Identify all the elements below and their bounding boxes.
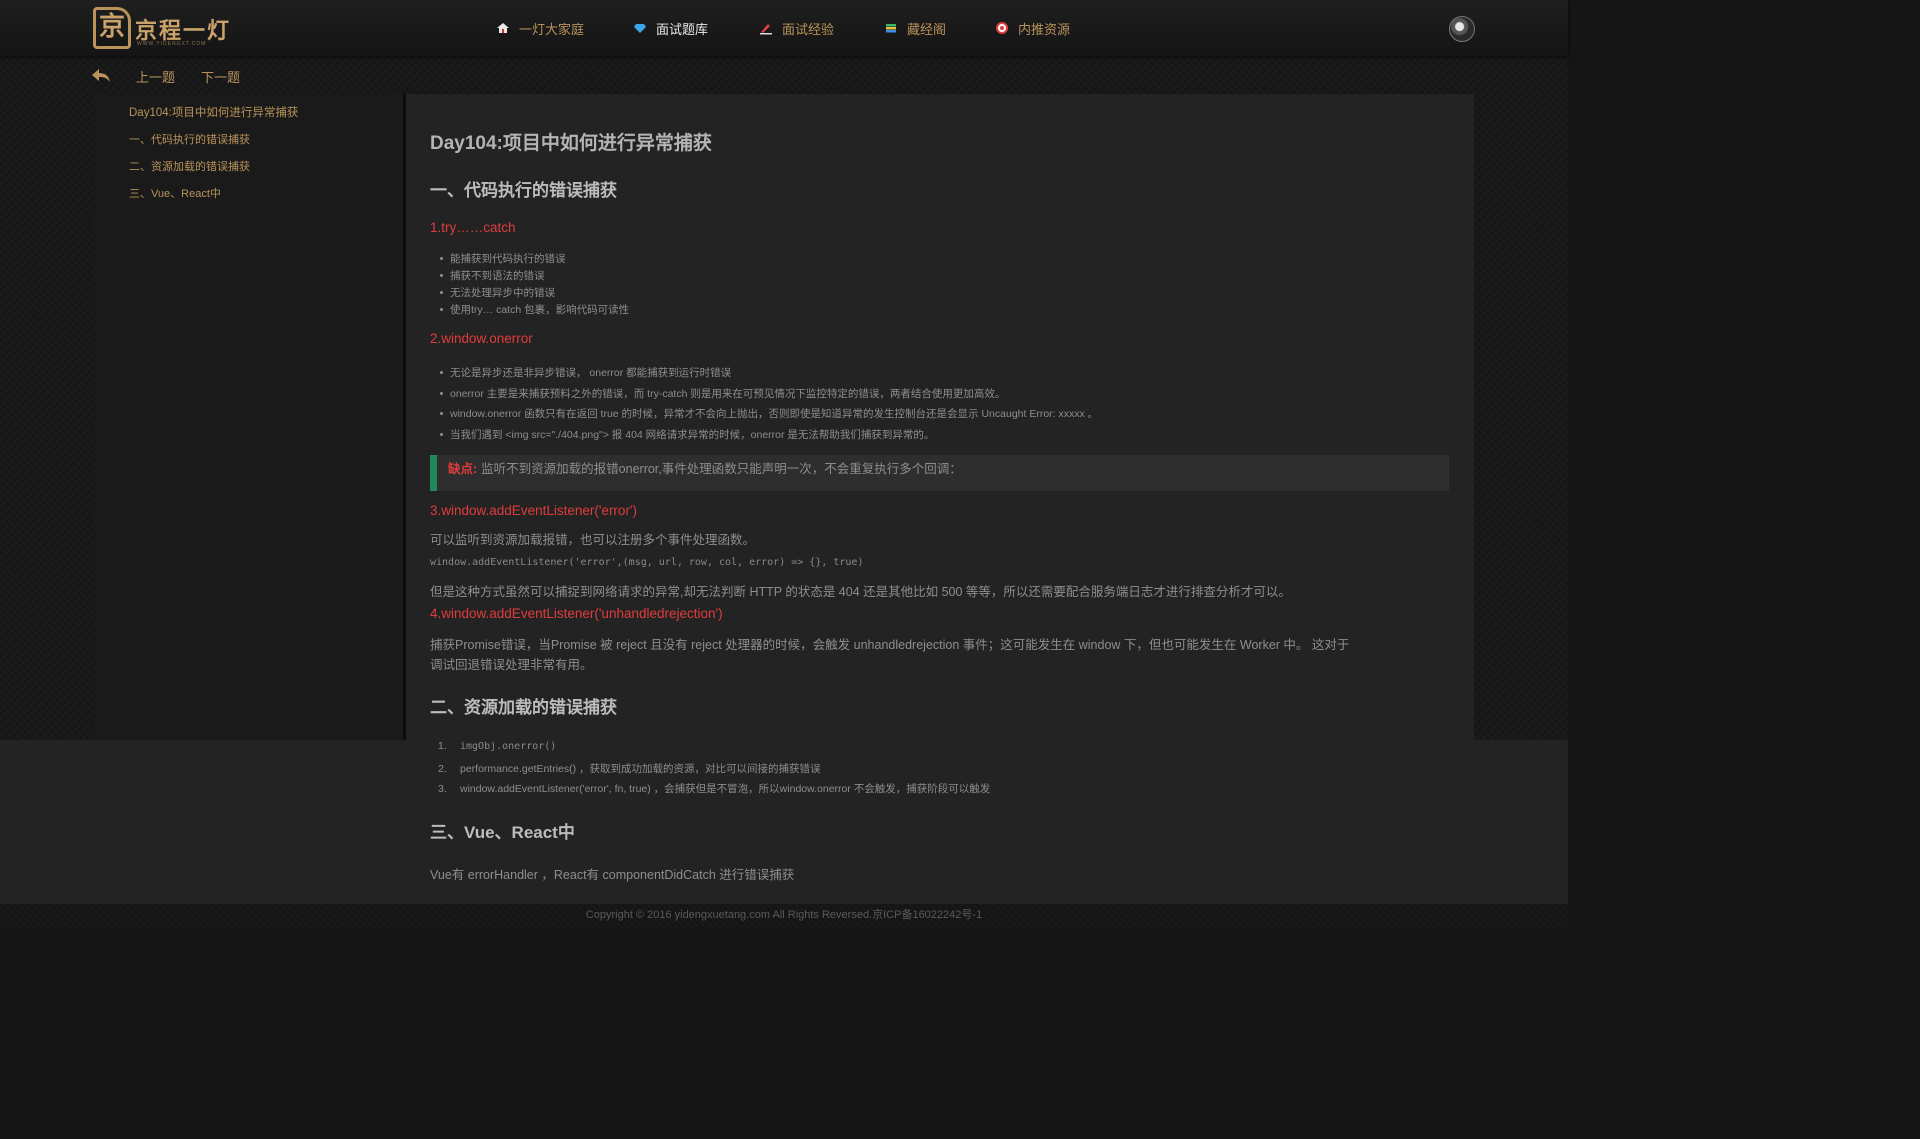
toc-item-section-2[interactable]: 二、资源加载的错误捕获 [129, 160, 298, 187]
question-pager: 上一题 下一题 [90, 66, 266, 86]
list-item: 当我们遇到 <img src="./404.png"> 报 404 网络请求异常… [430, 427, 934, 442]
nav-label-library: 藏经阁 [907, 21, 947, 37]
subheading-try-catch: 1.try……catch [430, 220, 516, 235]
nav-item-library[interactable]: 藏经阁 [884, 18, 946, 38]
diamond-icon [633, 21, 647, 35]
toc-list: Day104:项目中如何进行异常捕获 一、代码执行的错误捕获 二、资源加载的错误… [129, 106, 298, 214]
toc-item-section-3[interactable]: 三、Vue、React中 [129, 187, 298, 214]
section-heading-3: 三、Vue、React中 [430, 823, 575, 842]
warning-text: 监听不到资源加载的报错onerror,事件处理函数只能声明一次，不会重复执行多个… [481, 462, 962, 476]
back-arrow-icon[interactable] [90, 67, 112, 85]
toc-sidebar: Day104:项目中如何进行异常捕获 一、代码执行的错误捕获 二、资源加载的错误… [94, 94, 406, 740]
list-item: onerror 主要是来捕获预料之外的错误，而 try-catch 则是用来在可… [430, 386, 1005, 401]
nav-item-home[interactable]: 一灯大家庭 [496, 18, 584, 38]
ordered-list-text: performance.getEntries() ，获取到成功加载的资源，对比可… [460, 763, 821, 775]
footer-copyright: Copyright © 2016 yidengxuetang.com All R… [0, 904, 1568, 930]
section-heading-2: 二、资源加载的错误捕获 [430, 698, 617, 717]
toc-item-title[interactable]: Day104:项目中如何进行异常捕获 [129, 106, 298, 133]
list-item: 捕获不到语法的错误 [430, 268, 545, 283]
nav-item-questions[interactable]: 面试题库 [633, 18, 708, 38]
home-icon [496, 21, 510, 35]
nav-label-referral: 内推资源 [1018, 21, 1071, 37]
article-title: Day104:项目中如何进行异常捕获 [430, 133, 712, 154]
nav-label-questions: 面试题库 [656, 21, 709, 37]
list-item: window.onerror 函数只有在返回 true 的时候，异常才不会向上抛… [430, 406, 1098, 421]
ordered-list-item: 1. imgObj.onerror() [438, 740, 557, 752]
list-item: 无论是异步还是非异步错误， onerror 都能捕获到运行时错误 [430, 365, 731, 380]
warning-callout: 缺点: 监听不到资源加载的报错onerror,事件处理函数只能声明一次，不会重复执… [430, 455, 1449, 491]
paragraph: 可以监听到资源加载报错，也可以注册多个事件处理函数。 [430, 533, 756, 547]
toc-item-section-1[interactable]: 一、代码执行的错误捕获 [129, 133, 298, 160]
list-item: 能捕获到代码执行的错误 [430, 251, 566, 266]
nav-label-home: 一灯大家庭 [519, 21, 585, 37]
nav-item-experience[interactable]: 面试经验 [759, 18, 834, 38]
next-question-link[interactable]: 下一题 [201, 67, 240, 86]
subheading-onerror: 2.window.onerror [430, 331, 533, 346]
ordered-list-item: 3. window.addEventListener('error', fn, t… [438, 783, 991, 795]
prev-question-link[interactable]: 上一题 [136, 67, 175, 86]
paragraph: 但是这种方式虽然可以捕捉到网络请求的异常,却无法判断 HTTP 的状态是 404… [430, 585, 1291, 599]
ordered-list-text: imgObj.onerror() [460, 741, 557, 752]
section-heading-1: 一、代码执行的错误捕获 [430, 181, 617, 200]
warning-label: 缺点: [448, 462, 478, 476]
subheading-add-event-listener: 3.window.addEventListener('error') [430, 503, 638, 518]
ordered-list-item: 2. performance.getEntries() ，获取到成功加载的资源，对… [438, 763, 821, 775]
paragraph: 捕获Promise错误，当Promise 被 reject 且没有 reject… [430, 638, 1350, 652]
nav-label-experience: 面试经验 [782, 21, 835, 37]
paragraph: Vue有 errorHandler ，React有 componentDidCa… [430, 868, 795, 882]
logo-mark-icon: 京 [93, 7, 131, 49]
books-icon [884, 21, 898, 35]
target-icon [995, 21, 1009, 35]
user-avatar[interactable] [1449, 16, 1475, 42]
top-header: 京 京程一灯 WWW.YIDENGXT.COM 一灯大家庭 面试题库 面试经验 … [0, 0, 1568, 56]
list-item: 使用try… catch 包裹，影响代码可读性 [430, 302, 629, 317]
ordered-list-text: window.addEventListener('error', fn, tru… [460, 783, 991, 795]
nav-item-referral[interactable]: 内推资源 [995, 18, 1070, 38]
subheading-unhandledrejection: 4.window.addEventListener('unhandledreje… [430, 606, 723, 621]
list-item: 无法处理异步中的错误 [430, 285, 555, 300]
code-snippet: window.addEventListener('error',(msg, ur… [430, 557, 864, 568]
site-logo[interactable]: 京 京程一灯 WWW.YIDENGXT.COM [93, 7, 233, 51]
paragraph: 调试回退错误处理非常有用。 [430, 658, 593, 672]
pen-icon [759, 21, 773, 35]
logo-subtext: WWW.YIDENGXT.COM [137, 41, 207, 47]
